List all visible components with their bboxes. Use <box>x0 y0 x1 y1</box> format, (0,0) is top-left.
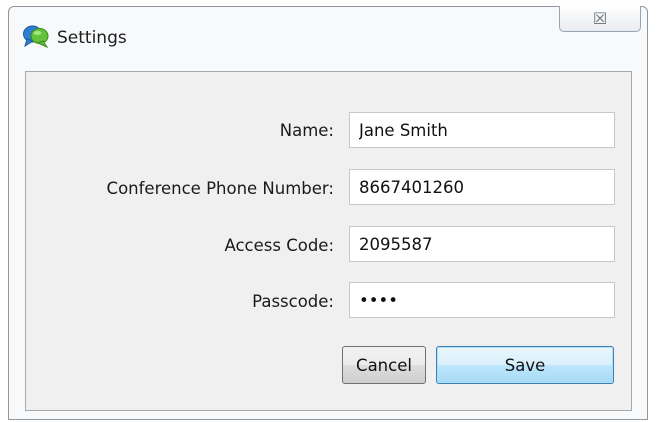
access-code-field[interactable] <box>349 226 615 262</box>
access-code-label: Access Code: <box>224 236 334 255</box>
chat-bubbles-icon <box>23 24 49 49</box>
name-field[interactable] <box>349 112 615 148</box>
passcode-label: Passcode: <box>252 292 334 311</box>
settings-form: Name: Conference Phone Number: Access Co… <box>25 71 632 411</box>
save-button[interactable]: Save <box>436 346 614 384</box>
passcode-field[interactable] <box>349 282 615 318</box>
phone-field[interactable] <box>349 169 615 205</box>
close-button[interactable]: ☒ <box>559 6 641 32</box>
name-label: Name: <box>279 121 334 140</box>
phone-label: Conference Phone Number: <box>106 179 334 198</box>
window-title: Settings <box>57 28 127 48</box>
cancel-button[interactable]: Cancel <box>342 346 426 384</box>
close-icon: ☒ <box>592 9 608 28</box>
settings-dialog: Settings ☒ Name: Conference Phone Number… <box>8 6 648 420</box>
title-bar[interactable]: Settings ☒ <box>9 6 647 71</box>
